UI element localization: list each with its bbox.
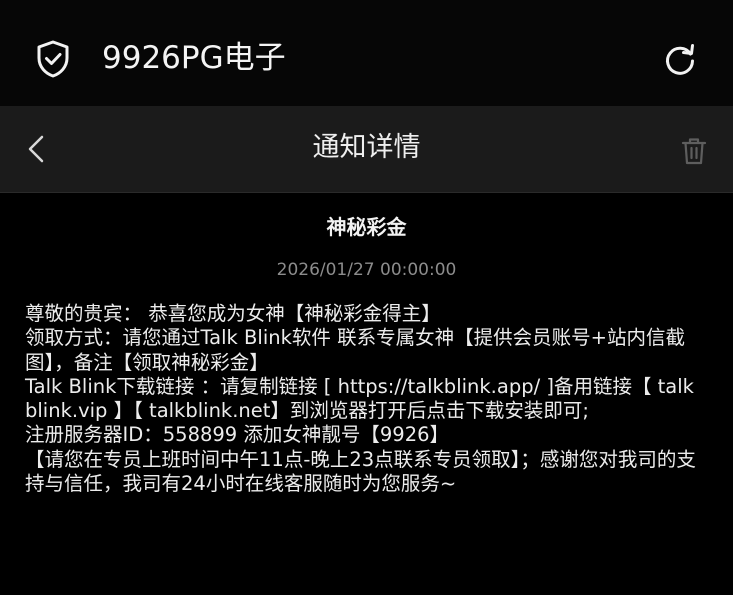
trash-icon[interactable] — [680, 136, 708, 166]
notification-detail-screen: 9926PG电子 通知详情 神秘彩金 2026/01/27 00:00:00 尊… — [0, 0, 733, 595]
page-title: 通知详情 — [312, 132, 421, 163]
message-timestamp: 2026/01/27 00:00:00 — [276, 260, 457, 280]
message-content: 神秘彩金 2026/01/27 00:00:00 尊敬的贵宾： 恭喜您成为女神【… — [0, 193, 733, 595]
message-title: 神秘彩金 — [326, 215, 407, 239]
app-title: 9926PG电子 — [102, 40, 286, 76]
refresh-icon[interactable] — [662, 43, 698, 79]
top-bar: 9926PG电子 — [0, 0, 733, 106]
header-bar: 通知详情 — [0, 106, 733, 193]
message-body: 尊敬的贵宾： 恭喜您成为女神【神秘彩金得主】 领取方式：请您通过Talk Bli… — [25, 302, 696, 496]
shield-check-icon — [37, 40, 69, 78]
